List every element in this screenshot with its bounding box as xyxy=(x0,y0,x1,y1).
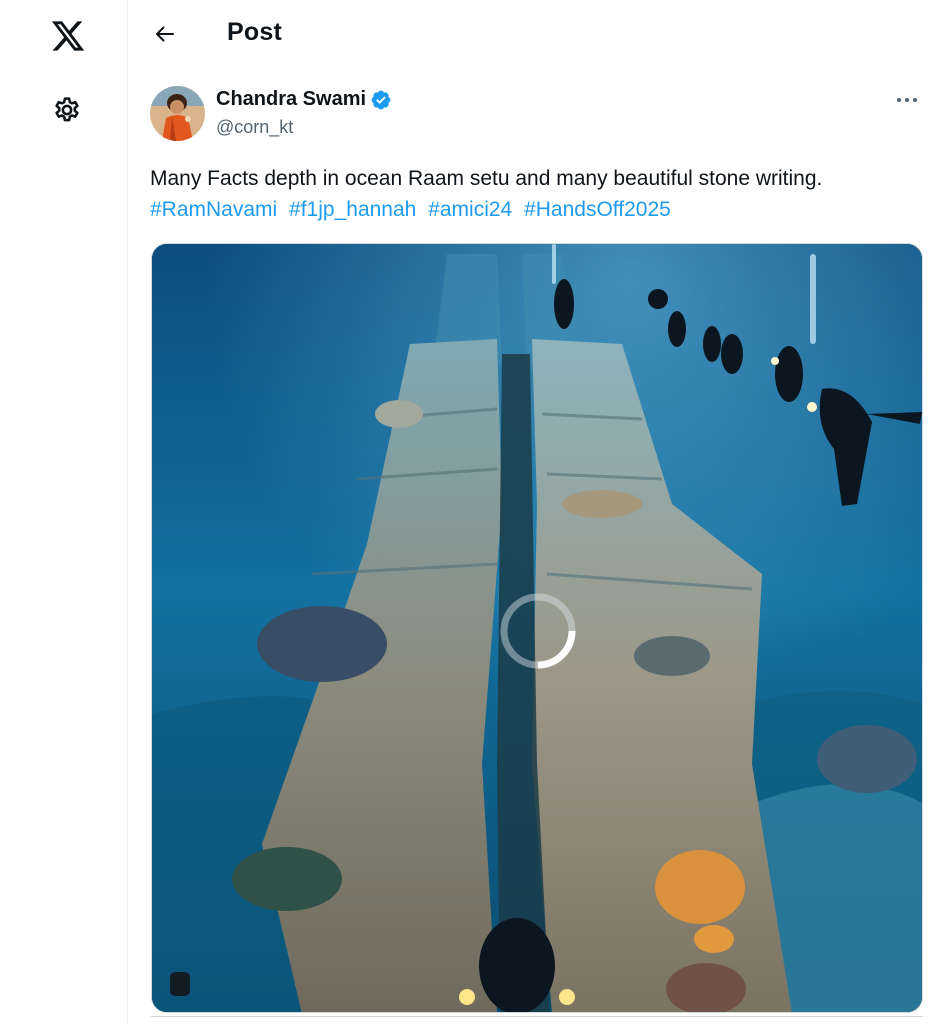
hashtag-link[interactable]: #amici24 xyxy=(428,198,512,221)
arrow-left-icon xyxy=(156,26,174,42)
video-mute-button[interactable] xyxy=(170,972,190,996)
post-video[interactable] xyxy=(151,243,923,1013)
app-window: Post Chandra Swami @corn_kt Many Facts d… xyxy=(0,0,935,1024)
left-nav-rail xyxy=(0,0,128,1024)
verified-badge-icon xyxy=(371,90,391,109)
avatar[interactable] xyxy=(150,86,205,141)
author-handle[interactable]: @corn_kt xyxy=(216,117,293,138)
back-button[interactable] xyxy=(145,14,185,54)
avatar-image xyxy=(150,86,205,141)
loading-spinner-icon xyxy=(500,593,576,669)
page-title: Post xyxy=(227,18,282,46)
hashtag-link[interactable]: #RamNavami xyxy=(150,198,277,221)
main-column: Post Chandra Swami @corn_kt Many Facts d… xyxy=(129,0,935,1024)
post-body-text: Many Facts depth in ocean Raam setu and … xyxy=(150,167,823,190)
x-logo-button[interactable] xyxy=(46,14,90,58)
gear-icon xyxy=(55,97,79,122)
settings-button[interactable] xyxy=(45,88,89,132)
author-name-row[interactable]: Chandra Swami xyxy=(216,88,392,111)
post-text: Many Facts depth in ocean Raam setu and … xyxy=(150,163,930,225)
more-horizontal-icon xyxy=(897,98,917,102)
hashtag-link[interactable]: #HandsOff2025 xyxy=(524,198,671,221)
hashtag-link[interactable]: #f1jp_hannah xyxy=(289,198,416,221)
hashtag-list: #RamNavami #f1jp_hannah #amici24 #HandsO… xyxy=(150,194,930,225)
x-logo-icon xyxy=(51,21,85,51)
more-options-button[interactable] xyxy=(887,86,927,114)
post-divider xyxy=(151,1016,923,1024)
author-name[interactable]: Chandra Swami xyxy=(216,88,366,111)
page-header: Post xyxy=(129,0,935,68)
